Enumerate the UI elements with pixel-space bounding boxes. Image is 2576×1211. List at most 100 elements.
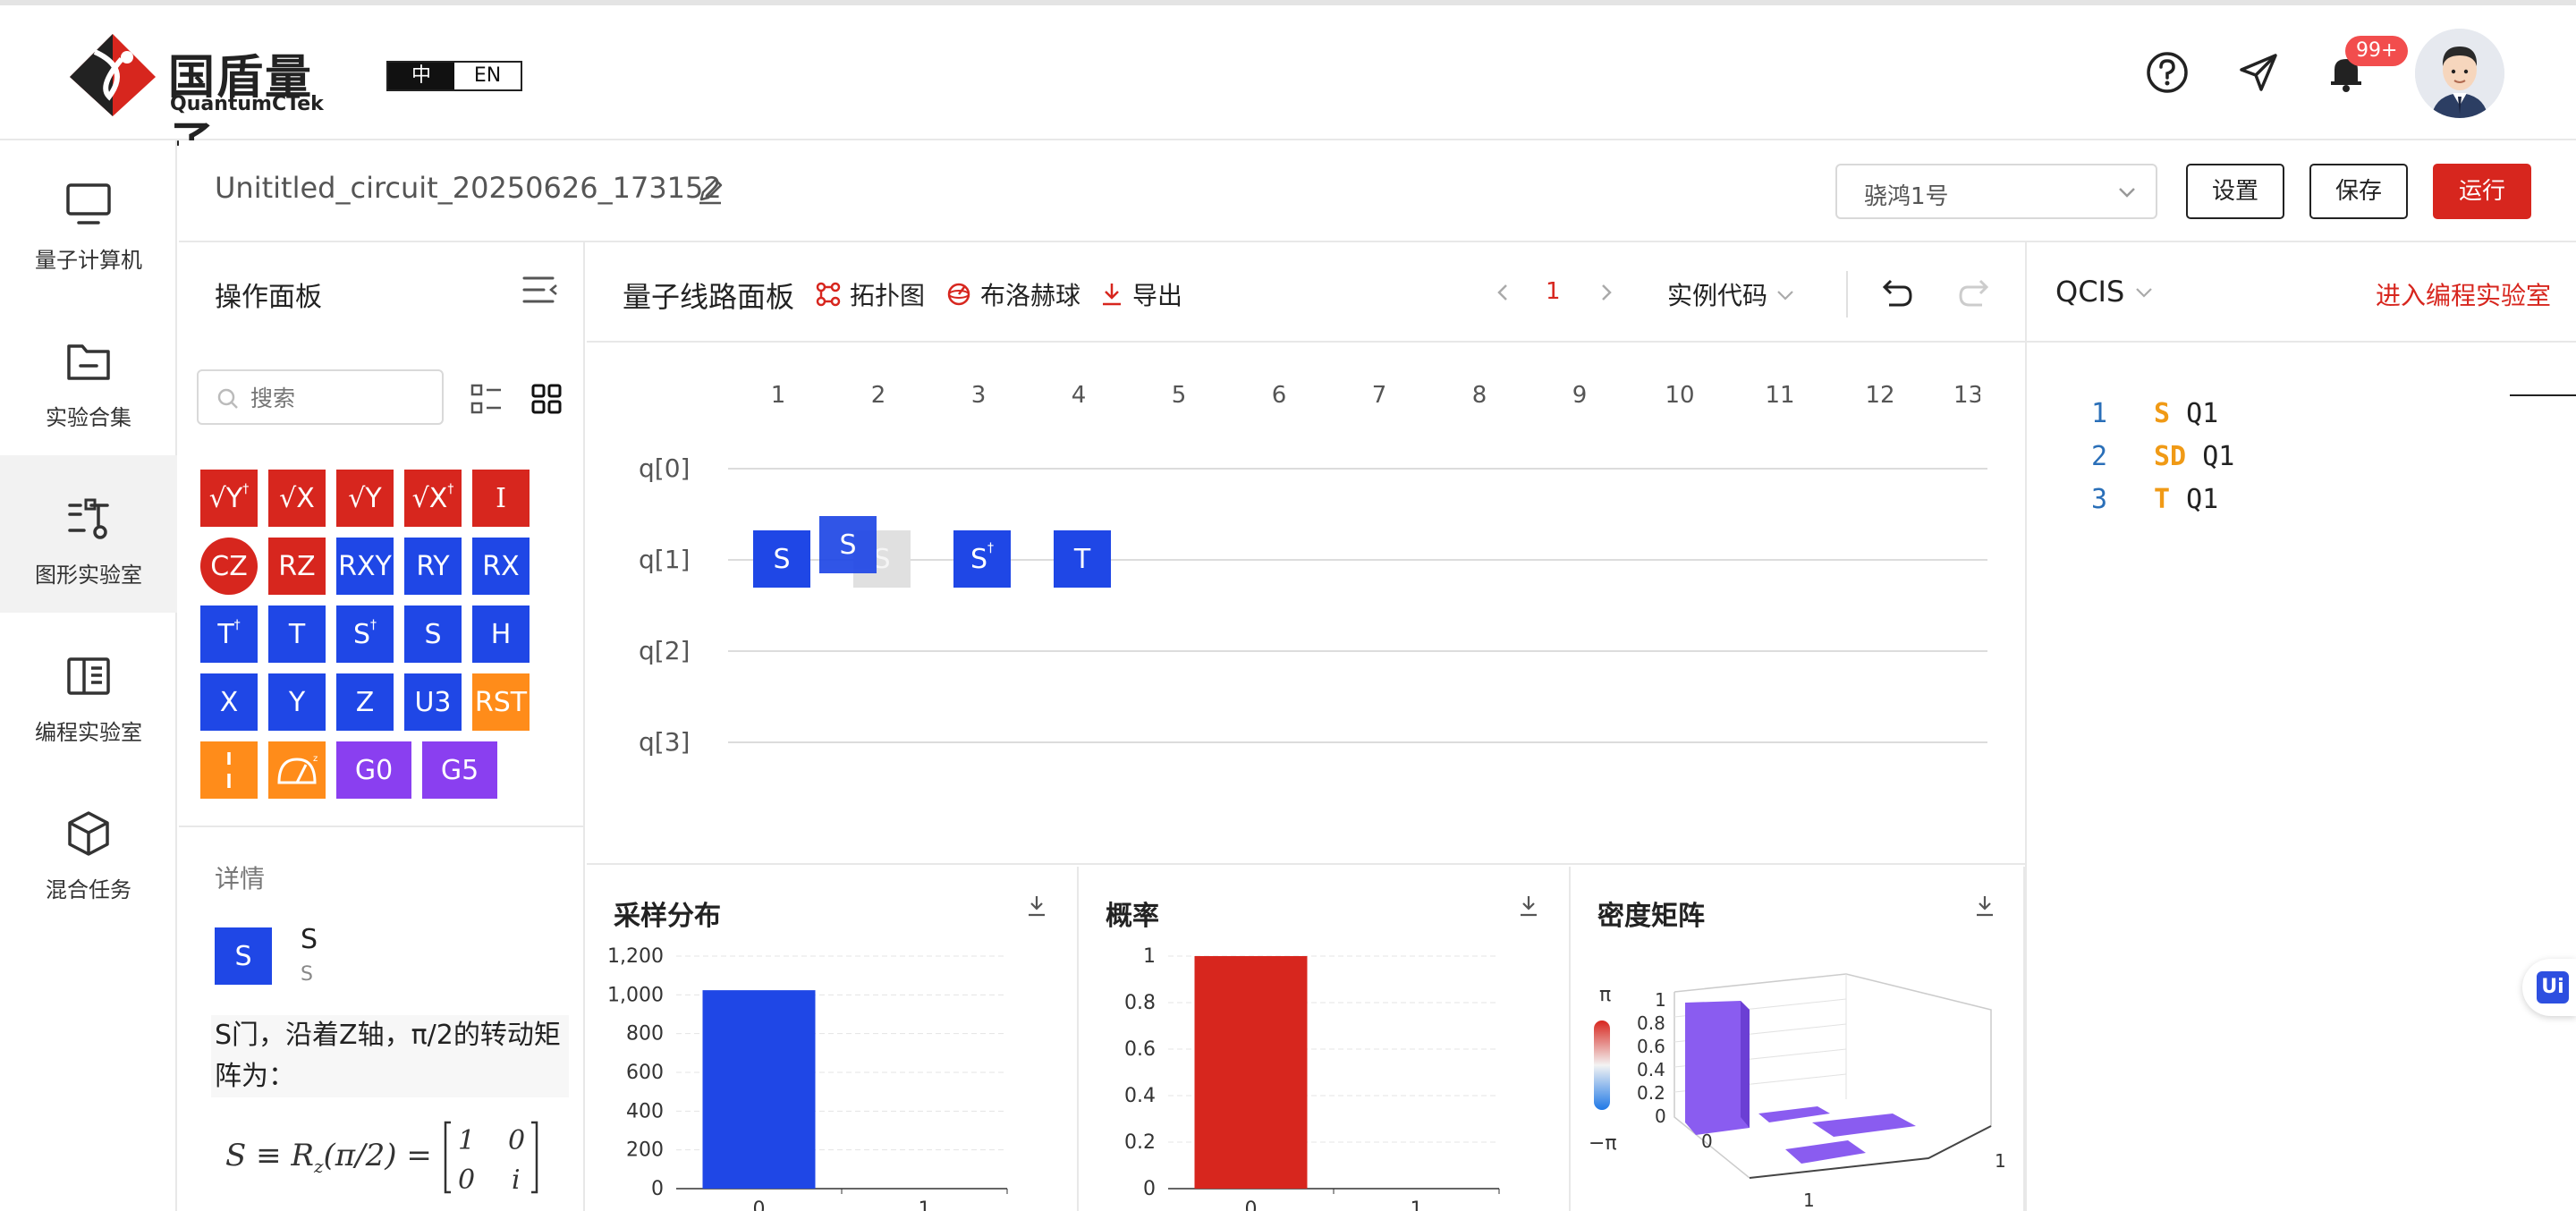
circuit-title-bar: Unititled_circuit_20250626_173152 骁鸿1号 设… — [179, 140, 2576, 242]
circuit-panel: 量子线路面板 拓扑图 布洛赫球 导出 1 实例代码 1 2 3 4 5 6 7 … — [587, 242, 2025, 865]
lang-cn-option[interactable]: 中 — [388, 63, 454, 89]
gate-ry[interactable]: RY — [404, 538, 462, 595]
list-view-icon[interactable] — [470, 384, 503, 414]
gate-sqrt-x-dag[interactable]: √X † — [404, 470, 462, 527]
code-line[interactable]: 2 SD Q1 — [2091, 441, 2234, 472]
gate-search-box[interactable] — [197, 369, 444, 425]
line-number: 2 — [2091, 441, 2108, 472]
gate-barrier[interactable] — [200, 741, 258, 799]
gate-s[interactable]: S — [404, 606, 462, 663]
circuit-gate[interactable]: S † — [953, 530, 1011, 588]
bar[interactable] — [702, 990, 816, 1189]
gate-cz[interactable]: CZ — [200, 538, 258, 595]
nav-item-programming-lab[interactable]: 编程实验室 — [0, 613, 177, 770]
formula-subscript: z — [314, 1155, 324, 1177]
gate-rx[interactable]: RX — [472, 538, 530, 595]
line-number: 3 — [2091, 484, 2108, 515]
collapse-menu-icon[interactable] — [522, 275, 558, 305]
qubit-wire[interactable] — [728, 650, 1987, 652]
circuit-gate[interactable]: S — [753, 530, 810, 588]
chart-title: 概率 — [1106, 901, 1159, 932]
gate-h[interactable]: H — [472, 606, 530, 663]
qcis-language-dropdown[interactable]: QCIS — [2055, 275, 2155, 309]
topology-button[interactable]: 拓扑图 — [816, 276, 925, 312]
qubit-wire[interactable] — [728, 559, 1987, 561]
y-tick-label: 0.2 — [1124, 1131, 1156, 1154]
gate-identity[interactable]: I — [472, 470, 530, 527]
code-arg: Q1 — [2186, 484, 2219, 515]
y-tick-label: 0 — [1143, 1178, 1156, 1200]
gate-rxy[interactable]: RXY — [336, 538, 394, 595]
gate-matrix-formula: S ≡ Rz(π/2) = 1 0 0 i — [225, 1119, 540, 1196]
device-select[interactable]: 骁鸿1号 — [1835, 164, 2157, 219]
gate-u3[interactable]: U3 — [404, 673, 462, 731]
x-tick-label: 1 — [919, 1198, 931, 1211]
nav-item-quantum-computer[interactable]: 量子计算机 — [0, 140, 177, 298]
gate-sqrt-x[interactable]: √X — [268, 470, 326, 527]
density-matrix-chart: 密度矩阵 π −π 0 0.2 0.4 0.6 0.8 1 0 1 1 — [1571, 867, 2025, 1211]
y-tick-label: 400 — [626, 1100, 664, 1122]
user-avatar[interactable] — [2415, 29, 2504, 118]
page-number[interactable]: 1 — [1546, 278, 1561, 305]
bloch-sphere-button[interactable]: 布洛赫球 — [946, 276, 1080, 312]
example-code-dropdown[interactable]: 实例代码 — [1667, 276, 1795, 312]
qubit-wire[interactable] — [728, 741, 1987, 743]
gate-sqrt-y-dag[interactable]: √Y † — [200, 470, 258, 527]
gate-z[interactable]: Z — [336, 673, 394, 731]
gate-y[interactable]: Y — [268, 673, 326, 731]
column-number: 12 — [1865, 382, 1895, 409]
edit-icon[interactable] — [694, 174, 726, 207]
column-number: 8 — [1471, 382, 1487, 409]
nav-item-experiment-collection[interactable]: 实验合集 — [0, 298, 177, 455]
enter-programming-lab-link[interactable]: 进入编程实验室 — [2376, 276, 2551, 312]
undo-icon[interactable] — [1877, 278, 1912, 309]
settings-button[interactable]: 设置 — [2186, 164, 2284, 219]
gate-s-dag[interactable]: S † — [336, 606, 394, 663]
gate-rst[interactable]: RST — [472, 673, 530, 731]
circuit-gate[interactable]: T — [1054, 530, 1111, 588]
gate-t[interactable]: T — [268, 606, 326, 663]
gate-rz[interactable]: RZ — [268, 538, 326, 595]
download-icon[interactable] — [1517, 893, 1540, 919]
density-matrix-3d: π −π 0 0.2 0.4 0.6 0.8 1 0 1 1 — [1589, 973, 2006, 1211]
code-line[interactable]: 1 S Q1 — [2091, 398, 2218, 429]
code-line[interactable]: 3 T Q1 — [2091, 484, 2218, 515]
save-button[interactable]: 保存 — [2309, 164, 2408, 219]
operation-panel-title: 操作面板 — [215, 282, 322, 313]
download-icon[interactable] — [1025, 893, 1048, 919]
gate-sqrt-y[interactable]: √Y — [336, 470, 394, 527]
help-icon[interactable] — [2145, 50, 2190, 95]
nav-item-hybrid-tasks[interactable]: 混合任务 — [0, 770, 177, 927]
gate-x[interactable]: X — [200, 673, 258, 731]
send-icon[interactable] — [2236, 50, 2281, 95]
lang-en-option[interactable]: EN — [454, 63, 521, 89]
nav-label: 实验合集 — [46, 405, 131, 430]
circuit-panel-title: 量子线路面板 — [623, 280, 795, 314]
run-button[interactable]: 运行 — [2433, 164, 2531, 219]
gate-measure[interactable]: z — [268, 741, 326, 799]
bar[interactable] — [1194, 956, 1308, 1189]
monitor-icon — [66, 183, 111, 224]
search-input[interactable] — [250, 380, 429, 416]
brand-logo[interactable]: 国盾量子 QuantumCTek — [68, 29, 336, 172]
qubit-wire[interactable] — [728, 468, 1987, 470]
ui-assistant-button[interactable]: Ui — [2522, 959, 2576, 1016]
sampling-distribution-chart: 采样分布 0 200 400 600 800 1,000 1,200 0 1 — [587, 867, 1079, 1211]
details-heading: 详情 — [215, 864, 266, 893]
operation-panel: 操作面板 √Y† √X √Y √X† I CZ — [179, 242, 585, 1211]
nav-item-graphic-lab[interactable]: 图形实验室 — [0, 455, 177, 613]
gate-g0[interactable]: G0 — [336, 741, 411, 799]
gate-g5[interactable]: G5 — [422, 741, 497, 799]
prev-page-icon[interactable] — [1494, 282, 1512, 303]
svg-text:0: 0 — [458, 1164, 475, 1196]
next-page-icon[interactable] — [1597, 282, 1615, 303]
export-button[interactable]: 导出 — [1100, 276, 1182, 312]
redo-icon[interactable] — [1959, 278, 1995, 309]
ui-assistant-label: Ui — [2537, 971, 2569, 1004]
gate-t-dag[interactable]: T † — [200, 606, 258, 663]
grid-view-icon[interactable] — [531, 384, 562, 414]
download-icon[interactable] — [1973, 893, 1996, 919]
column-number: 7 — [1371, 382, 1387, 409]
circuit-gate-dragging[interactable]: S — [819, 516, 877, 573]
formula-rhs: (π/2) = — [323, 1138, 432, 1173]
